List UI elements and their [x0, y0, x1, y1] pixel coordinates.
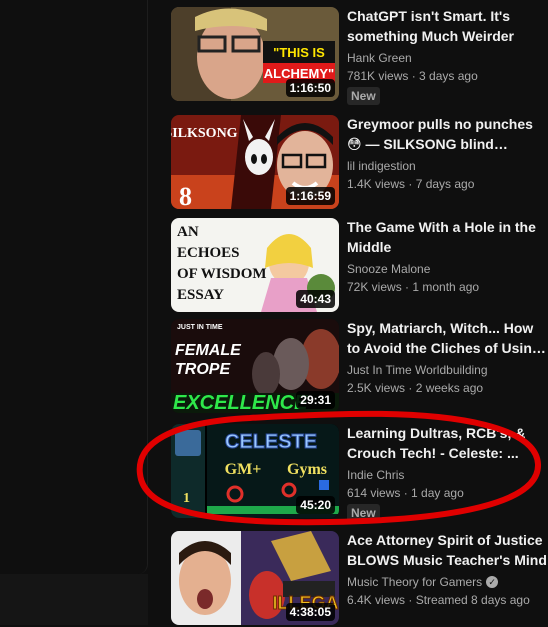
channel-label: Music Theory for Gamers: [347, 575, 483, 589]
video-duration: 45:20: [296, 496, 335, 514]
video-thumbnail[interactable]: AN ECHOES OF WISDOM ESSAY 40:43: [171, 218, 339, 312]
video-stats: 2.5K views · 2 weeks ago: [347, 381, 484, 395]
video-stats: 6.4K views · Streamed 8 days ago: [347, 593, 530, 607]
thumb-text-line1: "THIS IS: [273, 45, 325, 60]
thumb-text-line1: FEMALE: [175, 342, 242, 359]
thumb-text-number: 1: [183, 491, 190, 506]
recommended-video[interactable]: SILKSONG 8 1:16:59 Greymoor pulls no pun…: [171, 115, 538, 211]
video-stats: 781K views · 3 days ago: [347, 69, 478, 83]
channel-name[interactable]: lil indigestion: [347, 157, 547, 175]
video-stats: 72K views · 1 month ago: [347, 280, 480, 294]
video-title[interactable]: ChatGPT isn't Smart. It's something Much…: [347, 6, 547, 46]
video-duration: 40:43: [296, 290, 335, 308]
new-badge: New: [347, 87, 380, 105]
thumb-text-logo: SILKSONG: [171, 126, 238, 141]
video-duration: 1:16:50: [285, 79, 335, 97]
video-thumbnail[interactable]: CELESTE GM+ Gyms 1 45:20: [171, 424, 339, 518]
left-panel: [0, 0, 148, 574]
verified-check-icon: ✓: [486, 576, 499, 588]
channel-name[interactable]: Hank Green: [347, 49, 547, 67]
video-duration: 29:31: [296, 391, 335, 409]
recommended-video[interactable]: "THIS IS ALCHEMY" 1:16:50 ChatGPT isn't …: [171, 7, 538, 105]
video-stats: 614 views · 1 day ago: [347, 486, 464, 500]
channel-label: Just In Time Worldbuilding: [347, 363, 488, 377]
video-thumbnail[interactable]: "THIS IS ALCHEMY" 1:16:50: [171, 7, 339, 101]
thumb-text-right: Gyms: [287, 461, 327, 478]
video-title[interactable]: Spy, Matriarch, Witch... How to Avoid th…: [347, 318, 547, 358]
channel-label: Hank Green: [347, 51, 412, 65]
video-title[interactable]: Ace Attorney Spirit of Justice BLOWS Mus…: [347, 530, 547, 570]
video-thumbnail[interactable]: ILLEGAL 4:38:05: [171, 531, 339, 625]
thumb-text-line1: AN: [177, 224, 199, 240]
new-badge: New: [347, 504, 380, 522]
thumb-text-game: CELESTE: [225, 431, 317, 453]
channel-name[interactable]: Just In Time Worldbuilding: [347, 361, 547, 379]
thumb-text-number: 8: [179, 182, 192, 209]
channel-name[interactable]: Snooze Malone: [347, 260, 547, 278]
recommended-video[interactable]: ILLEGAL 4:38:05 Ace Attorney Spirit of J…: [171, 531, 547, 627]
video-thumbnail[interactable]: JUST IN TIME FEMALE TROPE EXCELLENCE 29:…: [171, 319, 339, 413]
channel-name[interactable]: Music Theory for Gamers ✓: [347, 573, 547, 591]
recommended-video[interactable]: AN ECHOES OF WISDOM ESSAY 40:43 The Game…: [171, 218, 538, 314]
recommended-video[interactable]: CELESTE GM+ Gyms 1 45:20 Learning Dultra…: [171, 424, 538, 522]
video-stats: 1.4K views · 7 days ago: [347, 177, 475, 191]
channel-name[interactable]: Indie Chris: [347, 466, 547, 484]
video-title[interactable]: The Game With a Hole in the Middle: [347, 217, 547, 257]
video-title[interactable]: Greymoor pulls no punches 😳 — SILKSONG b…: [347, 114, 547, 154]
thumb-text-line2: TROPE: [175, 361, 231, 378]
thumb-text-line2: ECHOES: [177, 245, 240, 261]
left-panel-footer: [0, 574, 148, 625]
thumb-text-left: GM+: [225, 461, 262, 478]
video-thumbnail[interactable]: SILKSONG 8 1:16:59: [171, 115, 339, 209]
thumb-text-channel: JUST IN TIME: [177, 324, 223, 331]
video-title[interactable]: Learning Dultras, RCB's, & Crouch Tech! …: [347, 423, 547, 463]
video-duration: 1:16:59: [285, 187, 335, 205]
channel-label: Snooze Malone: [347, 262, 431, 276]
channel-label: lil indigestion: [347, 159, 416, 173]
recommended-video[interactable]: JUST IN TIME FEMALE TROPE EXCELLENCE 29:…: [171, 319, 540, 415]
channel-label: Indie Chris: [347, 468, 405, 482]
thumb-text-line3: EXCELLENCE: [173, 392, 308, 413]
thumb-text-line4: ESSAY: [177, 287, 224, 303]
video-duration: 4:38:05: [285, 603, 335, 621]
thumb-text-line3: OF WISDOM: [177, 266, 267, 282]
